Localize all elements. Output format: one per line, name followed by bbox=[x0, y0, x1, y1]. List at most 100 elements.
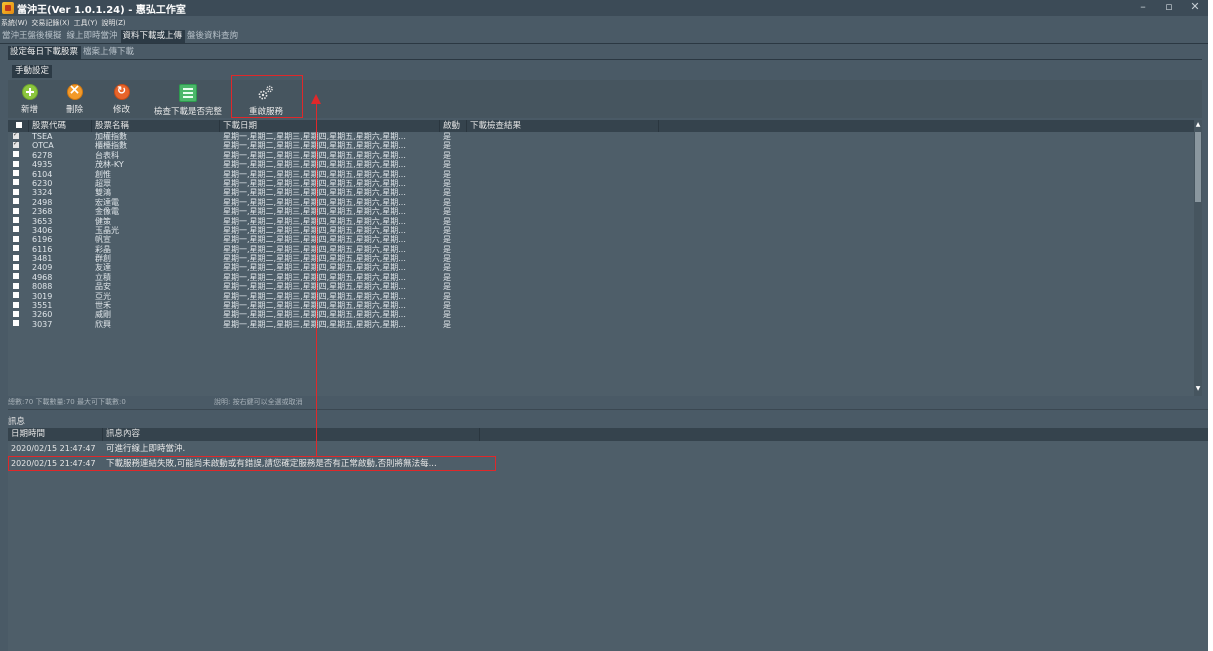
col-message[interactable]: 訊息內容 bbox=[103, 428, 480, 441]
row-select-cell[interactable] bbox=[8, 245, 29, 254]
col-download-days[interactable]: 下載日期 bbox=[220, 120, 440, 132]
row-select-cell[interactable] bbox=[8, 320, 29, 329]
table-row[interactable]: 3019 亞光 星期一,星期二,星期三,星期四,星期五,星期六,星期... 是 bbox=[8, 292, 1194, 301]
row-checkbox[interactable] bbox=[13, 151, 19, 158]
enabled-cell: 是 bbox=[443, 178, 451, 188]
table-row[interactable]: 4968 立積 星期一,星期二,星期三,星期四,星期五,星期六,星期... 是 bbox=[8, 273, 1194, 282]
row-checkbox[interactable] bbox=[13, 160, 19, 167]
table-row[interactable]: 2368 金像電 星期一,星期二,星期三,星期四,星期五,星期六,星期... 是 bbox=[8, 207, 1194, 216]
table-row[interactable]: TSEA 加權指數 星期一,星期二,星期三,星期四,星期五,星期六,星期... 是 bbox=[8, 132, 1194, 141]
row-select-cell[interactable] bbox=[8, 160, 29, 169]
scroll-thumb[interactable] bbox=[1195, 132, 1201, 202]
table-row[interactable]: 2409 友達 星期一,星期二,星期三,星期四,星期五,星期六,星期... 是 bbox=[8, 263, 1194, 272]
table-row[interactable]: 6278 台表科 星期一,星期二,星期三,星期四,星期五,星期六,星期... 是 bbox=[8, 151, 1194, 160]
restart-highlight-box bbox=[231, 75, 303, 118]
select-all-header[interactable] bbox=[8, 120, 29, 132]
row-select-cell[interactable] bbox=[8, 273, 29, 282]
edit-button[interactable]: 修改 bbox=[113, 82, 130, 117]
row-checkbox[interactable] bbox=[13, 179, 19, 186]
col-check-result[interactable]: 下載檢查結果 bbox=[467, 120, 659, 132]
select-all-checkbox[interactable] bbox=[16, 121, 22, 128]
table-row[interactable]: OTCA 櫃檯指數 星期一,星期二,星期三,星期四,星期五,星期六,星期... 是 bbox=[8, 141, 1194, 150]
row-select-cell[interactable] bbox=[8, 141, 29, 150]
row-select-cell[interactable] bbox=[8, 188, 29, 197]
row-checkbox[interactable] bbox=[13, 170, 19, 177]
check-download-button[interactable]: 檢查下載是否完整 bbox=[154, 82, 222, 117]
tab-live-trading[interactable]: 線上即時當沖 bbox=[65, 30, 121, 43]
row-checkbox[interactable] bbox=[13, 226, 19, 233]
tab-backtest[interactable]: 當沖王盤後模擬 bbox=[0, 30, 65, 43]
menu-trade-log[interactable]: 交易記錄(X) bbox=[30, 18, 72, 28]
table-row[interactable]: 3406 玉晶光 星期一,星期二,星期三,星期四,星期五,星期六,星期... 是 bbox=[8, 226, 1194, 235]
menu-system[interactable]: 系統(W) bbox=[0, 18, 30, 28]
minimize-button[interactable]: – bbox=[1130, 0, 1156, 16]
manual-settings-tab[interactable]: 手動設定 bbox=[12, 65, 53, 78]
row-checkbox[interactable] bbox=[13, 301, 19, 308]
menu-help[interactable]: 說明(Z) bbox=[100, 18, 128, 28]
table-row[interactable]: 2498 宏達電 星期一,星期二,星期三,星期四,星期五,星期六,星期... 是 bbox=[8, 198, 1194, 207]
row-checkbox[interactable] bbox=[13, 198, 19, 205]
table-row[interactable]: 3324 雙鴻 星期一,星期二,星期三,星期四,星期五,星期六,星期... 是 bbox=[8, 188, 1194, 197]
row-checkbox[interactable] bbox=[13, 132, 19, 139]
row-checkbox[interactable] bbox=[13, 273, 19, 280]
col-enabled[interactable]: 啟動 bbox=[440, 120, 467, 132]
table-row[interactable]: 6116 彩晶 星期一,星期二,星期三,星期四,星期五,星期六,星期... 是 bbox=[8, 245, 1194, 254]
toolbar: 新增 刪除 修改 檢查下載是否完整 重啟服務 bbox=[8, 80, 1202, 118]
row-checkbox[interactable] bbox=[13, 188, 19, 195]
col-stock-name[interactable]: 股票名稱 bbox=[92, 120, 220, 132]
delete-button[interactable]: 刪除 bbox=[66, 82, 83, 117]
row-select-cell[interactable] bbox=[8, 310, 29, 319]
row-select-cell[interactable] bbox=[8, 235, 29, 244]
row-select-cell[interactable] bbox=[8, 282, 29, 291]
table-row[interactable]: 4935 茂林-KY 星期一,星期二,星期三,星期四,星期五,星期六,星期... 是 bbox=[8, 160, 1194, 169]
tab-file-transfer[interactable]: 檔案上傳下載 bbox=[81, 46, 137, 59]
menu-tools[interactable]: 工具(Y) bbox=[73, 18, 101, 28]
row-select-cell[interactable] bbox=[8, 170, 29, 179]
row-select-cell[interactable] bbox=[8, 198, 29, 207]
stock-name-cell: 超眾 bbox=[95, 178, 111, 188]
table-scrollbar[interactable]: ▲ ▼ bbox=[1194, 120, 1202, 396]
table-row[interactable]: 6104 創惟 星期一,星期二,星期三,星期四,星期五,星期六,星期... 是 bbox=[8, 170, 1194, 179]
table-row[interactable]: 8088 品安 星期一,星期二,星期三,星期四,星期五,星期六,星期... 是 bbox=[8, 282, 1194, 291]
table-row[interactable]: 3260 威剛 星期一,星期二,星期三,星期四,星期五,星期六,星期... 是 bbox=[8, 310, 1194, 319]
table-row[interactable]: 6196 帆宣 星期一,星期二,星期三,星期四,星期五,星期六,星期... 是 bbox=[8, 235, 1194, 244]
table-row[interactable]: 3653 健策 星期一,星期二,星期三,星期四,星期五,星期六,星期... 是 bbox=[8, 217, 1194, 226]
row-checkbox[interactable] bbox=[13, 235, 19, 242]
row-checkbox[interactable] bbox=[13, 254, 19, 261]
tab-daily-download-settings[interactable]: 設定每日下載股票 bbox=[8, 46, 82, 59]
stock-name-cell: 立積 bbox=[95, 272, 111, 282]
row-select-cell[interactable] bbox=[8, 226, 29, 235]
col-stock-code[interactable]: 股票代碼 bbox=[29, 120, 92, 132]
row-checkbox[interactable] bbox=[13, 310, 19, 317]
row-checkbox[interactable] bbox=[13, 245, 19, 252]
row-checkbox[interactable] bbox=[13, 320, 19, 327]
row-checkbox[interactable] bbox=[13, 217, 19, 224]
add-button[interactable]: 新增 bbox=[21, 82, 38, 117]
maximize-button[interactable]: ▫ bbox=[1156, 0, 1182, 16]
tab-data-download[interactable]: 資料下載或上傳 bbox=[120, 30, 186, 43]
row-checkbox[interactable] bbox=[13, 282, 19, 289]
row-checkbox[interactable] bbox=[13, 292, 19, 299]
row-select-cell[interactable] bbox=[8, 132, 29, 141]
row-checkbox[interactable] bbox=[13, 207, 19, 214]
row-checkbox[interactable] bbox=[13, 263, 19, 270]
row-select-cell[interactable] bbox=[8, 254, 29, 263]
row-select-cell[interactable] bbox=[8, 263, 29, 272]
row-select-cell[interactable] bbox=[8, 151, 29, 160]
row-select-cell[interactable] bbox=[8, 301, 29, 310]
scroll-down-arrow[interactable]: ▼ bbox=[1194, 385, 1202, 393]
table-row[interactable]: 3481 群創 星期一,星期二,星期三,星期四,星期五,星期六,星期... 是 bbox=[8, 254, 1194, 263]
col-datetime[interactable]: 日期時間 bbox=[8, 428, 103, 441]
row-select-cell[interactable] bbox=[8, 179, 29, 188]
close-button[interactable]: ✕ bbox=[1182, 0, 1208, 16]
table-row[interactable]: 3037 欣興 星期一,星期二,星期三,星期四,星期五,星期六,星期... 是 bbox=[8, 320, 1194, 329]
tab-data-query[interactable]: 盤後資料查詢 bbox=[185, 30, 241, 43]
table-row[interactable]: 3551 世禾 星期一,星期二,星期三,星期四,星期五,星期六,星期... 是 bbox=[8, 301, 1194, 310]
row-select-cell[interactable] bbox=[8, 292, 29, 301]
row-checkbox[interactable] bbox=[13, 141, 19, 148]
scroll-up-arrow[interactable]: ▲ bbox=[1194, 121, 1202, 129]
message-row[interactable]: 2020/02/15 21:47:47 可進行線上即時當沖. bbox=[8, 444, 185, 454]
row-select-cell[interactable] bbox=[8, 217, 29, 226]
row-select-cell[interactable] bbox=[8, 207, 29, 216]
table-row[interactable]: 6230 超眾 星期一,星期二,星期三,星期四,星期五,星期六,星期... 是 bbox=[8, 179, 1194, 188]
